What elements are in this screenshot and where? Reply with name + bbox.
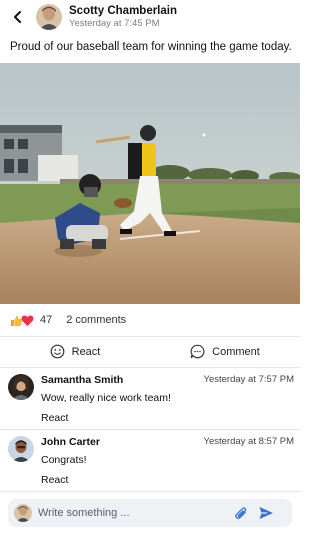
send-button[interactable]	[258, 505, 274, 521]
comments-count-link[interactable]: 2 comments	[66, 314, 126, 326]
attach-button[interactable]	[234, 505, 248, 521]
comment-composer	[8, 499, 292, 527]
react-button-label: React	[71, 345, 101, 358]
comment-text: Congrats!	[41, 454, 87, 466]
comment-button-label: Comment	[212, 345, 260, 358]
comment-item: Samantha Smith Yesterday at 7:57 PM Wow,…	[0, 367, 300, 429]
post-actions: React Comment	[0, 337, 300, 366]
comment-input[interactable]	[38, 507, 228, 519]
post-timestamp: Yesterday at 7:45 PM	[69, 18, 160, 29]
reactions-count: 47	[40, 314, 53, 326]
comment-bubble-icon	[190, 344, 205, 359]
commenter-avatar[interactable]	[8, 436, 34, 462]
comment-react-link[interactable]: React	[41, 474, 294, 486]
react-button[interactable]: React	[0, 337, 150, 366]
heart-icon	[21, 315, 34, 326]
author-name[interactable]: Scotty Chamberlain	[69, 4, 177, 18]
comment-item: John Carter Yesterday at 8:57 PM Congrat…	[0, 429, 300, 491]
divider	[0, 491, 300, 492]
post-caption: Proud of our baseball team for winning t…	[10, 41, 292, 53]
comment-button[interactable]: Comment	[150, 337, 300, 366]
author-avatar[interactable]	[36, 4, 62, 30]
comment-timestamp: Yesterday at 8:57 PM	[203, 436, 294, 447]
comment-react-link[interactable]: React	[41, 412, 294, 424]
post-photo[interactable]	[0, 63, 300, 304]
back-arrow-icon	[14, 11, 21, 23]
send-icon	[259, 507, 273, 519]
comment-text: Wow, really nice work team!	[41, 392, 171, 404]
smiley-icon	[50, 344, 65, 359]
commenter-name[interactable]: Samantha Smith	[41, 374, 123, 386]
post-header: Scotty Chamberlain Yesterday at 7:45 PM	[0, 0, 300, 34]
current-user-avatar	[14, 504, 32, 522]
commenter-avatar[interactable]	[8, 374, 34, 400]
commenter-name[interactable]: John Carter	[41, 436, 100, 448]
paperclip-icon	[235, 507, 247, 520]
comment-timestamp: Yesterday at 7:57 PM	[203, 374, 294, 385]
reactions-summary[interactable]: 47 2 comments	[10, 311, 126, 329]
back-button[interactable]	[4, 0, 32, 34]
